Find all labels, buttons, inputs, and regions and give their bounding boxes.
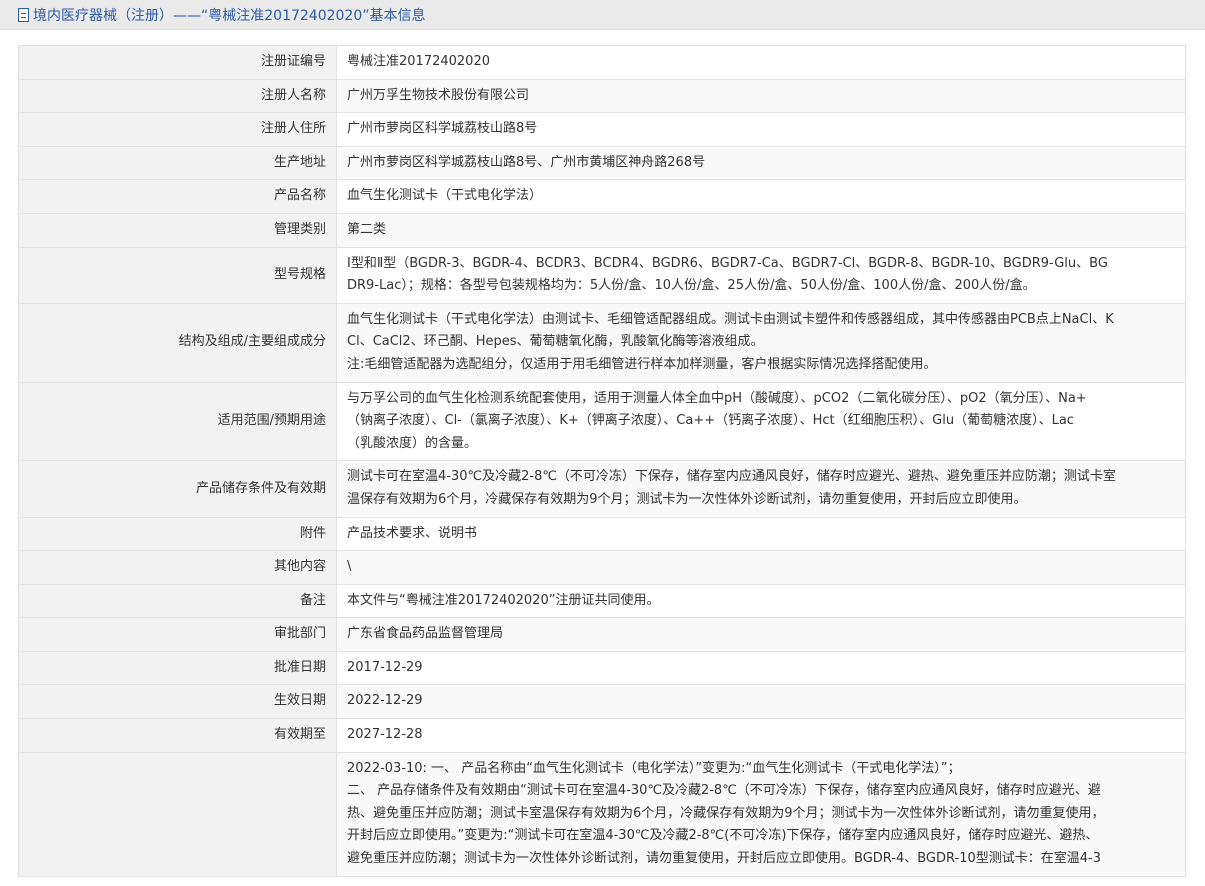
field-value: 与万孚公司的血气生化检测系统配套使用，适用于测量人体全血中pH（酸碱度）、pCO… xyxy=(336,381,1186,462)
field-value-line: 与万孚公司的血气生化检测系统配套使用，适用于测量人体全血中pH（酸碱度）、pCO… xyxy=(347,390,1087,406)
field-value: 血气生化测试卡（干式电化学法） xyxy=(336,179,1186,214)
field-label xyxy=(18,751,337,877)
field-value-line: 避免重压并应防潮；测试卡为一次性体外诊断试剂，请勿重复使用，开封后应立即使用。B… xyxy=(347,851,1101,867)
field-value-line: 注:毛细管适配器为选配组分，仅适用于用毛细管进行样本加样测量，客户根据实际情况选… xyxy=(347,356,937,372)
page-title: 境内医疗器械（注册）——“粤械注准20172402020”基本信息 xyxy=(33,7,426,24)
field-value: 2022-12-29 xyxy=(336,684,1186,720)
field-value-line: 产品技术要求、说明书 xyxy=(347,525,478,541)
table-row: 注册人住所 广州市萝岗区科学城荔枝山路8号 xyxy=(18,112,1186,147)
table-row: 有效期至 2027-12-28 xyxy=(18,718,1186,753)
table-row: 产品储存条件及有效期 测试卡可在室温4-30℃及冷藏2-8℃（不可冷冻）下保存，储… xyxy=(18,460,1186,518)
field-value-line: Cl、CaCl2、环己酮、Hepes、葡萄糖氧化酶，乳酸氧化酶等溶液组成。 xyxy=(347,334,764,350)
field-value-line: 2027-12-28 xyxy=(347,727,423,743)
field-value: 2022-03-10: 一、 产品名称由“血气生化测试卡（电化学法）”变更为:“… xyxy=(336,751,1186,877)
field-label: 管理类别 xyxy=(18,212,337,248)
table-row: 审批部门 广东省食品药品监督管理局 xyxy=(18,617,1186,652)
table-row: 批准日期 2017-12-29 xyxy=(18,650,1186,686)
field-value-line: 测试卡可在室温4-30℃及冷藏2-8℃（不可冷冻）下保存，储存室内应通风良好，储… xyxy=(347,469,1116,485)
field-label: 产品储存条件及有效期 xyxy=(18,460,337,518)
field-value: \ xyxy=(336,550,1186,585)
field-value-line: 广东省食品药品监督管理局 xyxy=(347,626,504,642)
field-value: 广州万孚生物技术股份有限公司 xyxy=(336,78,1186,114)
field-value-line: 第二类 xyxy=(347,221,387,237)
field-value-line: 2022-03-10: 一、 产品名称由“血气生化测试卡（电化学法）”变更为:“… xyxy=(347,760,961,776)
field-value: 广州市萝岗区科学城荔枝山路8号、广州市黄埔区神舟路268号 xyxy=(336,145,1186,181)
table-row: 管理类别 第二类 xyxy=(18,212,1186,248)
field-value-line: 二、 产品存储条件及有效期由“测试卡可在室温4-30℃及冷藏2-8℃（不可冷冻）… xyxy=(347,783,1101,799)
field-label: 产品名称 xyxy=(18,179,337,214)
table-row: 适用范围/预期用途 与万孚公司的血气生化检测系统配套使用，适用于测量人体全血中pH… xyxy=(18,381,1186,462)
field-value-line: 广州市萝岗区科学城荔枝山路8号 xyxy=(347,121,538,137)
info-table-container: 注册证编号 粤械注准20172402020 注册人名称 广州万孚生物技术股份有限公司注… xyxy=(18,45,1186,877)
field-label: 适用范围/预期用途 xyxy=(18,381,337,462)
field-value: 广东省食品药品监督管理局 xyxy=(336,617,1186,652)
field-value-line: 开封后应立即使用。”变更为:“测试卡可在室温4-30℃及冷藏2-8℃(不可冷冻)… xyxy=(347,828,1099,844)
field-value-line: DR9-Lac）；规格：各型号包装规格均为：5人份/盒、10人份/盒、25人份/… xyxy=(347,278,1036,294)
table-row: 产品名称 血气生化测试卡（干式电化学法） xyxy=(18,179,1186,214)
field-value: Ⅰ型和Ⅱ型（BGDR-3、BGDR-4、BCDR3、BCDR4、BGDR6、BG… xyxy=(336,246,1186,304)
field-value-line: 温保存有效期为6个月，冷藏保存有效期为9个月；测试卡为一次性体外诊断试剂，请勿重… xyxy=(347,491,1027,507)
table-row: 注册证编号 粤械注准20172402020 xyxy=(18,45,1186,80)
field-value-line: 2022-12-29 xyxy=(347,693,423,709)
field-value-line: （钠离子浓度）、Cl-（氯离子浓度）、K+（钾离子浓度）、Ca++（钙离子浓度）… xyxy=(347,413,1074,429)
field-label: 生效日期 xyxy=(18,684,337,720)
field-value-line: 广州万孚生物技术股份有限公司 xyxy=(347,87,530,103)
page-header: 境内医疗器械（注册）——“粤械注准20172402020”基本信息 xyxy=(0,0,1205,30)
table-row: 2022-03-10: 一、 产品名称由“血气生化测试卡（电化学法）”变更为:“… xyxy=(18,751,1186,877)
table-row: 生产地址 广州市萝岗区科学城荔枝山路8号、广州市黄埔区神舟路268号 xyxy=(18,145,1186,181)
field-label: 注册人名称 xyxy=(18,78,337,114)
field-value-line: 血气生化测试卡（干式电化学法）由测试卡、毛细管适配器组成。测试卡由测试卡塑件和传… xyxy=(347,311,1114,327)
field-label: 有效期至 xyxy=(18,718,337,753)
table-row: 备注 本文件与“粤械注准20172402020”注册证共同使用。 xyxy=(18,583,1186,619)
field-label: 生产地址 xyxy=(18,145,337,181)
field-value-line: 广州市萝岗区科学城荔枝山路8号、广州市黄埔区神舟路268号 xyxy=(347,154,706,170)
table-row: 注册人名称 广州万孚生物技术股份有限公司 xyxy=(18,78,1186,114)
field-value: 2017-12-29 xyxy=(336,650,1186,686)
field-label: 其他内容 xyxy=(18,550,337,585)
table-row: 型号规格 Ⅰ型和Ⅱ型（BGDR-3、BGDR-4、BCDR3、BCDR4、BGDR… xyxy=(18,246,1186,304)
field-label: 附件 xyxy=(18,516,337,552)
field-value-line: 本文件与“粤械注准20172402020”注册证共同使用。 xyxy=(347,592,660,608)
field-value-line: Ⅰ型和Ⅱ型（BGDR-3、BGDR-4、BCDR3、BCDR4、BGDR6、BG… xyxy=(347,255,1108,271)
field-label: 型号规格 xyxy=(18,246,337,304)
field-value-line: 粤械注准20172402020 xyxy=(347,54,490,69)
field-label: 注册人住所 xyxy=(18,112,337,147)
field-label: 批准日期 xyxy=(18,650,337,686)
field-label: 结构及组成/主要组成成分 xyxy=(18,302,337,383)
table-row: 生效日期 2022-12-29 xyxy=(18,684,1186,720)
field-value: 2027-12-28 xyxy=(336,718,1186,753)
field-value: 测试卡可在室温4-30℃及冷藏2-8℃（不可冷冻）下保存，储存室内应通风良好，储… xyxy=(336,460,1186,518)
field-label: 备注 xyxy=(18,583,337,619)
field-label: 注册证编号 xyxy=(18,45,337,80)
field-value-line: \ xyxy=(347,559,352,575)
field-value-line: 热、避免重压并应防潮；测试卡室温保存有效期为6个月，冷藏保存有效期为9个月；测试… xyxy=(347,805,1105,821)
table-row: 其他内容 \ xyxy=(18,550,1186,585)
document-icon xyxy=(18,7,29,22)
field-label: 审批部门 xyxy=(18,617,337,652)
field-value-line: 血气生化测试卡（干式电化学法） xyxy=(347,188,543,204)
info-table: 注册证编号 粤械注准20172402020 注册人名称 广州万孚生物技术股份有限公司注… xyxy=(18,45,1186,877)
field-value: 粤械注准20172402020 xyxy=(336,45,1186,80)
field-value-line: 2017-12-29 xyxy=(347,659,423,675)
field-value-line: （乳酸浓度）的含量。 xyxy=(347,435,478,451)
table-row: 结构及组成/主要组成成分 血气生化测试卡（干式电化学法）由测试卡、毛细管适配器组成… xyxy=(18,302,1186,383)
field-value: 本文件与“粤械注准20172402020”注册证共同使用。 xyxy=(336,583,1186,619)
field-value: 血气生化测试卡（干式电化学法）由测试卡、毛细管适配器组成。测试卡由测试卡塑件和传… xyxy=(336,302,1186,383)
field-value: 第二类 xyxy=(336,212,1186,248)
field-value: 产品技术要求、说明书 xyxy=(336,516,1186,552)
table-row: 附件 产品技术要求、说明书 xyxy=(18,516,1186,552)
field-value: 广州市萝岗区科学城荔枝山路8号 xyxy=(336,112,1186,147)
